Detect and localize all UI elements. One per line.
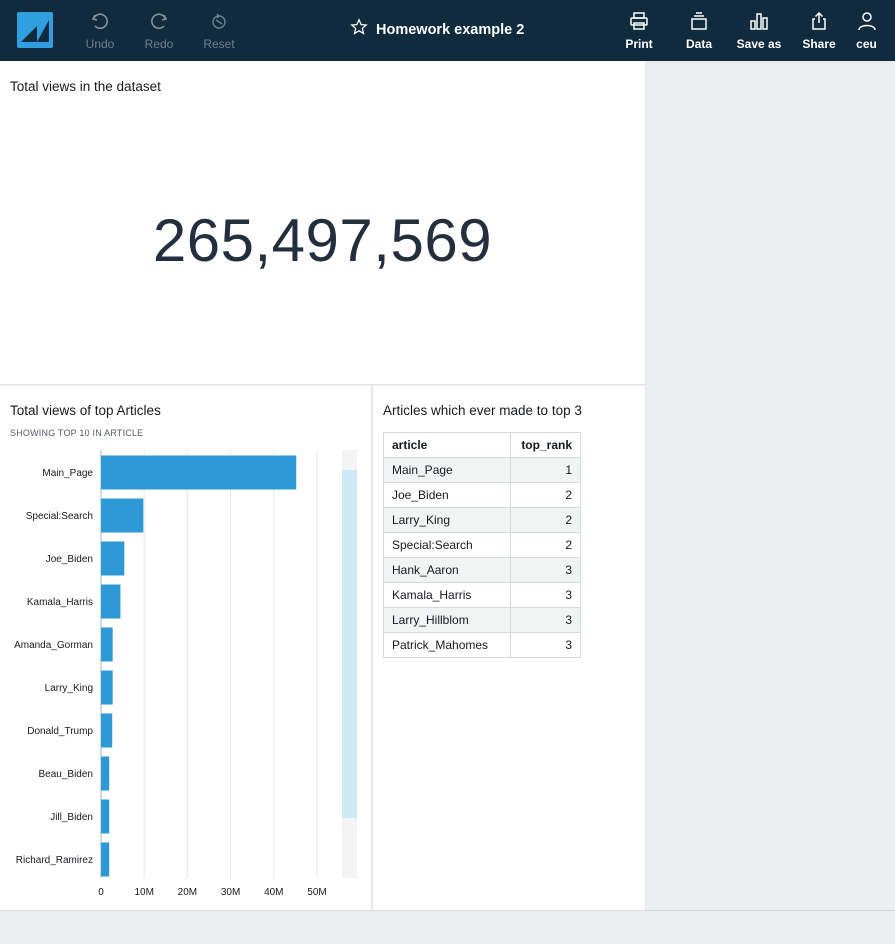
bar-jill-biden[interactable] bbox=[101, 799, 110, 834]
share-icon bbox=[809, 10, 829, 32]
category-label: Jill_Biden bbox=[50, 812, 93, 823]
x-tick-label: 30M bbox=[221, 887, 240, 898]
chart-scrollbar-thumb[interactable] bbox=[342, 470, 357, 818]
kpi-value: 265,497,569 bbox=[152, 207, 493, 274]
bar-richard-ramirez[interactable] bbox=[101, 842, 110, 877]
category-label: Joe_Biden bbox=[46, 554, 93, 565]
undo-icon bbox=[90, 10, 110, 32]
empty-bottom-area bbox=[0, 910, 895, 944]
undo-label: Undo bbox=[85, 37, 115, 51]
bar-donald-trump[interactable] bbox=[101, 713, 113, 748]
cell-article: Larry_King bbox=[383, 507, 511, 533]
undo-button[interactable]: Undo bbox=[75, 10, 125, 54]
top-toolbar: Undo Redo Reset Homework example 2 Print… bbox=[0, 0, 895, 61]
empty-canvas-area bbox=[645, 61, 895, 910]
bar-chart: 0 10M 20M 30M 40M 50M Main_Page Special:Search J… bbox=[14, 450, 357, 898]
cell-article: Kamala_Harris bbox=[383, 582, 511, 608]
table-header-row: article top_rank bbox=[383, 432, 581, 458]
x-tick-label: 20M bbox=[178, 887, 197, 898]
table-row[interactable]: Joe_Biden 2 bbox=[383, 482, 581, 508]
table-row[interactable]: Patrick_Mahomes 3 bbox=[383, 632, 581, 658]
bar-joe-biden[interactable] bbox=[101, 541, 125, 576]
save-as-label: Save as bbox=[736, 37, 782, 51]
x-tick-label: 50M bbox=[307, 887, 326, 898]
cell-top-rank: 2 bbox=[510, 532, 581, 558]
reset-label: Reset bbox=[203, 37, 235, 51]
printer-icon bbox=[629, 10, 649, 32]
analysis-title-area: Homework example 2 bbox=[350, 18, 524, 41]
table-row[interactable]: Special:Search 2 bbox=[383, 532, 581, 558]
analysis-title: Homework example 2 bbox=[376, 21, 525, 38]
share-label: Share bbox=[802, 37, 836, 51]
bar-chart-visual[interactable]: Total views of top Articles SHOWING TOP … bbox=[0, 386, 372, 910]
user-label: ceu bbox=[856, 37, 877, 51]
print-label: Print bbox=[625, 37, 653, 51]
kpi-title: Total views in the dataset bbox=[10, 79, 161, 94]
bar-beau-biden[interactable] bbox=[101, 756, 110, 791]
reset-button[interactable]: Reset bbox=[194, 10, 244, 54]
table-title: Articles which ever made to top 3 bbox=[383, 403, 582, 418]
category-label: Richard_Ramirez bbox=[16, 855, 93, 866]
redo-button[interactable]: Redo bbox=[134, 10, 184, 54]
kpi-visual[interactable]: Total views in the dataset 265,497,569 bbox=[0, 61, 645, 385]
column-header-article[interactable]: article bbox=[383, 432, 511, 458]
print-button[interactable]: Print bbox=[614, 10, 664, 54]
cell-article: Special:Search bbox=[383, 532, 511, 558]
cell-top-rank: 1 bbox=[510, 457, 581, 483]
save-as-button[interactable]: Save as bbox=[734, 10, 784, 54]
category-label: Amanda_Gorman bbox=[14, 640, 93, 651]
data-icon bbox=[689, 10, 709, 32]
user-menu-button[interactable]: ceu bbox=[854, 10, 895, 54]
cell-top-rank: 2 bbox=[510, 507, 581, 533]
category-label: Larry_King bbox=[45, 683, 93, 694]
bar-kamala-harris[interactable] bbox=[101, 584, 121, 619]
quicksight-logo[interactable] bbox=[17, 12, 53, 48]
favorite-star-icon[interactable] bbox=[350, 18, 368, 41]
cell-top-rank: 3 bbox=[510, 582, 581, 608]
bar-larry-king[interactable] bbox=[101, 670, 113, 705]
category-label: Beau_Biden bbox=[39, 769, 94, 780]
share-button[interactable]: Share bbox=[794, 10, 844, 54]
category-label: Main_Page bbox=[42, 468, 93, 479]
cell-article: Larry_Hillblom bbox=[383, 607, 511, 633]
table-row[interactable]: Kamala_Harris 3 bbox=[383, 582, 581, 608]
cell-top-rank: 3 bbox=[510, 557, 581, 583]
x-tick-label: 10M bbox=[134, 887, 153, 898]
reset-icon bbox=[209, 10, 229, 32]
redo-icon bbox=[149, 10, 169, 32]
table-row[interactable]: Hank_Aaron 3 bbox=[383, 557, 581, 583]
bar-main-page[interactable] bbox=[101, 455, 297, 490]
cell-top-rank: 3 bbox=[510, 632, 581, 658]
redo-label: Redo bbox=[144, 37, 174, 51]
bar-chart-icon bbox=[749, 10, 769, 32]
data-table: article top_rank Main_Page 1 Joe_Biden 2 Lar… bbox=[383, 432, 581, 658]
cell-top-rank: 2 bbox=[510, 482, 581, 508]
cell-article: Main_Page bbox=[383, 457, 511, 483]
cell-article: Patrick_Mahomes bbox=[383, 632, 511, 658]
table-row[interactable]: Main_Page 1 bbox=[383, 457, 581, 483]
category-label: Special:Search bbox=[26, 511, 93, 522]
data-label: Data bbox=[685, 37, 712, 51]
table-row[interactable]: Larry_King 2 bbox=[383, 507, 581, 533]
user-icon bbox=[857, 10, 877, 32]
cell-top-rank: 3 bbox=[510, 607, 581, 633]
category-label: Donald_Trump bbox=[27, 726, 93, 737]
category-label: Kamala_Harris bbox=[27, 597, 93, 608]
cell-article: Joe_Biden bbox=[383, 482, 511, 508]
bar-special-search[interactable] bbox=[101, 498, 144, 533]
x-tick-label: 40M bbox=[264, 887, 283, 898]
table-visual[interactable]: Articles which ever made to top 3 articl… bbox=[373, 386, 645, 910]
column-header-top-rank[interactable]: top_rank bbox=[510, 432, 581, 458]
bar-amanda-gorman[interactable] bbox=[101, 627, 113, 662]
data-button[interactable]: Data bbox=[674, 10, 724, 54]
cell-article: Hank_Aaron bbox=[383, 557, 511, 583]
x-tick-label: 0 bbox=[98, 887, 104, 898]
table-row[interactable]: Larry_Hillblom 3 bbox=[383, 607, 581, 633]
